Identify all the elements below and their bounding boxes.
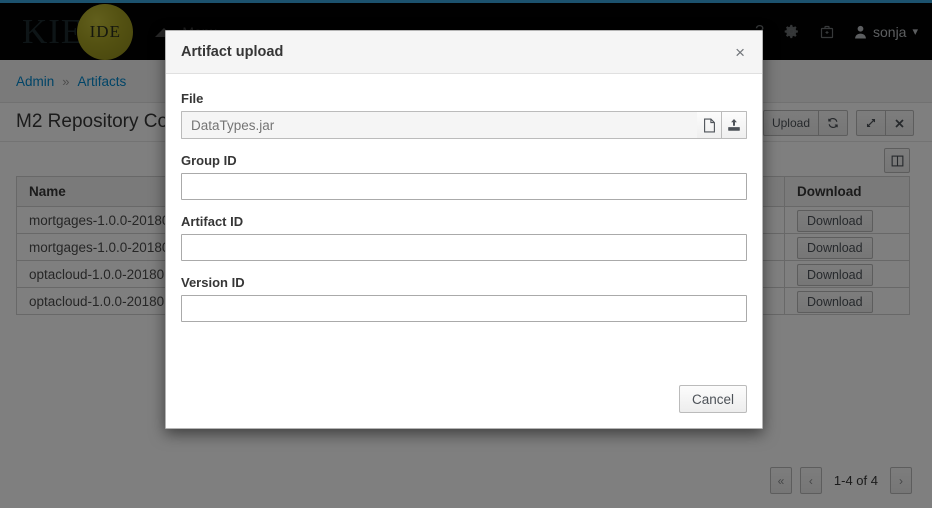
file-input[interactable] xyxy=(181,111,697,139)
file-input-row xyxy=(181,111,747,139)
version-id-input[interactable] xyxy=(181,295,747,322)
group-id-label: Group ID xyxy=(181,153,747,168)
file-icon[interactable] xyxy=(697,111,722,139)
group-id-field-group: Group ID xyxy=(181,153,747,200)
artifact-id-label: Artifact ID xyxy=(181,214,747,229)
close-icon[interactable]: × xyxy=(733,44,747,61)
cancel-button[interactable]: Cancel xyxy=(679,385,747,413)
artifact-id-field-group: Artifact ID xyxy=(181,214,747,261)
dialog-footer: Cancel xyxy=(166,385,762,428)
version-id-field-group: Version ID xyxy=(181,275,747,322)
upload-icon[interactable] xyxy=(722,111,747,139)
dialog-body: File xyxy=(166,74,762,385)
app-root: KIE IDE Menu ? xyxy=(0,0,932,508)
version-id-label: Version ID xyxy=(181,275,747,290)
dialog-header: Artifact upload × xyxy=(166,31,762,74)
dialog-title: Artifact upload xyxy=(181,44,283,60)
file-field-group: File xyxy=(181,91,747,139)
file-label: File xyxy=(181,91,747,106)
artifact-upload-dialog: Artifact upload × File xyxy=(165,30,763,429)
artifact-id-input[interactable] xyxy=(181,234,747,261)
group-id-input[interactable] xyxy=(181,173,747,200)
